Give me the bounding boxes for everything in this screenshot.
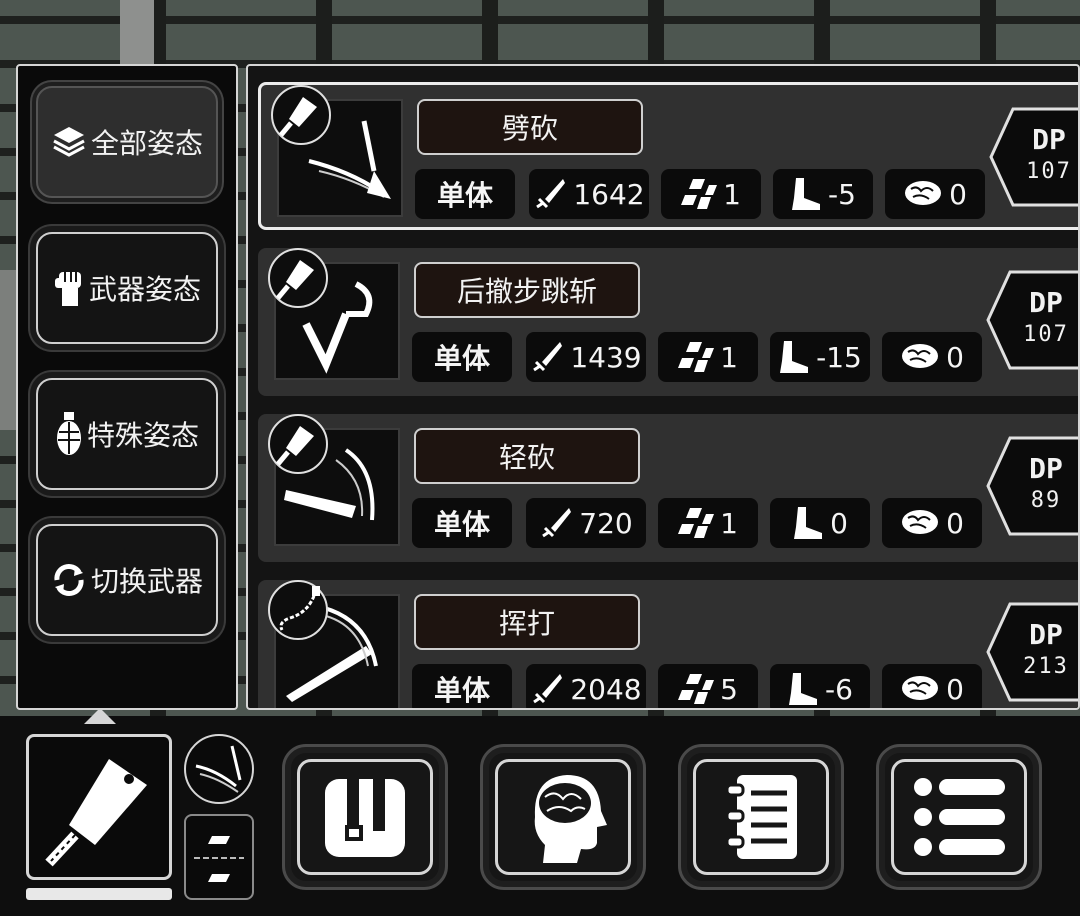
checker-icon (678, 342, 715, 372)
checker-icon (678, 508, 715, 538)
switch-weapon-button[interactable]: 切换武器 (36, 524, 218, 636)
boot-icon (780, 341, 809, 373)
brain-icon (902, 510, 939, 534)
sanity-stat: 0 (885, 169, 985, 219)
skill-name: 轻砍 (414, 428, 640, 484)
stance-weapon-button[interactable]: 武器姿态 (36, 232, 218, 344)
move-stat: 0 (770, 498, 870, 548)
move-stat: -6 (770, 664, 870, 708)
cleaver-icon (268, 414, 328, 474)
layers-icon (53, 127, 85, 157)
hits-stat: 1 (658, 332, 758, 382)
brain-icon (902, 676, 939, 700)
sanity-stat: 0 (882, 332, 982, 382)
skill-list-panel: 劈砍 单体 1642 1 -5 0 DP 107 后撤步跳斩 单体 1439 1… (246, 64, 1080, 710)
cleaver-icon (45, 759, 147, 867)
dp-badge: DP 213 (986, 602, 1078, 702)
move-stat: -15 (770, 332, 870, 382)
hits-stat: 5 (658, 664, 758, 708)
stance-label: 切换武器 (90, 565, 203, 598)
attack-stat: 2048 (526, 664, 646, 708)
target-type: 单体 (412, 498, 512, 548)
cleaver-icon (271, 85, 331, 145)
attack-stat: 1439 (526, 332, 646, 382)
stance-panel: 全部姿态 武器姿态 特殊姿态 切换武器 (16, 64, 238, 710)
stance-label: 全部姿态 (90, 127, 203, 160)
hits-stat: 1 (661, 169, 761, 219)
target-type: 单体 (412, 664, 512, 708)
equipped-weapon-slot[interactable] (26, 734, 172, 880)
attack-stat: 1642 (529, 169, 649, 219)
journal-button[interactable] (678, 744, 844, 890)
checker-icon (681, 179, 718, 209)
boot-icon (789, 673, 818, 705)
dp-badge: DP 89 (986, 436, 1078, 536)
skill-name: 后撤步跳斩 (414, 262, 640, 318)
cleaver-icon (268, 248, 328, 308)
skill-card[interactable]: 挥打 单体 2048 5 -6 0 DP 213 (258, 580, 1078, 708)
fist-icon (54, 272, 81, 306)
grenade-icon (56, 412, 81, 455)
skill-name: 挥打 (414, 594, 640, 650)
main-menu-button[interactable] (876, 744, 1042, 890)
skill-card[interactable]: 轻砍 单体 720 1 0 0 DP 89 (258, 414, 1078, 562)
attack-stat: 720 (526, 498, 646, 548)
brain-icon (905, 181, 942, 205)
brain-icon (902, 344, 939, 368)
boot-icon (794, 507, 823, 539)
skill-card[interactable]: 后撤步跳斩 单体 1439 1 -15 0 DP 107 (258, 248, 1078, 396)
boot-icon (792, 178, 821, 210)
sword-icon (533, 342, 563, 372)
sword-icon (536, 179, 566, 209)
target-type: 单体 (415, 169, 515, 219)
weapon-durability-bar (26, 888, 172, 900)
move-stat: -5 (773, 169, 873, 219)
slash-icon (195, 745, 242, 793)
chain-weapon-icon (268, 580, 328, 640)
swap-icon (54, 564, 84, 596)
stance-label: 特殊姿态 (86, 419, 199, 452)
sword-icon (542, 508, 572, 538)
inventory-button[interactable] (282, 744, 448, 890)
sanity-stat: 0 (882, 498, 982, 548)
map-road (120, 0, 154, 70)
checker-icon (678, 674, 715, 704)
active-skill-slot[interactable] (184, 734, 254, 804)
character-sanity-button[interactable] (480, 744, 646, 890)
sanity-stat: 0 (882, 664, 982, 708)
skill-card[interactable]: 劈砍 单体 1642 1 -5 0 DP 107 (258, 82, 1078, 230)
dp-badge: DP 107 (986, 270, 1078, 370)
dash-icon (194, 836, 244, 882)
dp-badge: DP 107 (989, 107, 1078, 207)
stance-all-button[interactable]: 全部姿态 (36, 86, 218, 198)
hits-stat: 1 (658, 498, 758, 548)
secondary-slot[interactable] (184, 814, 254, 900)
skill-name: 劈砍 (417, 99, 643, 155)
target-type: 单体 (412, 332, 512, 382)
stance-special-button[interactable]: 特殊姿态 (36, 378, 218, 490)
stance-label: 武器姿态 (88, 273, 201, 306)
sword-icon (533, 674, 563, 704)
menu-pointer (84, 708, 116, 724)
